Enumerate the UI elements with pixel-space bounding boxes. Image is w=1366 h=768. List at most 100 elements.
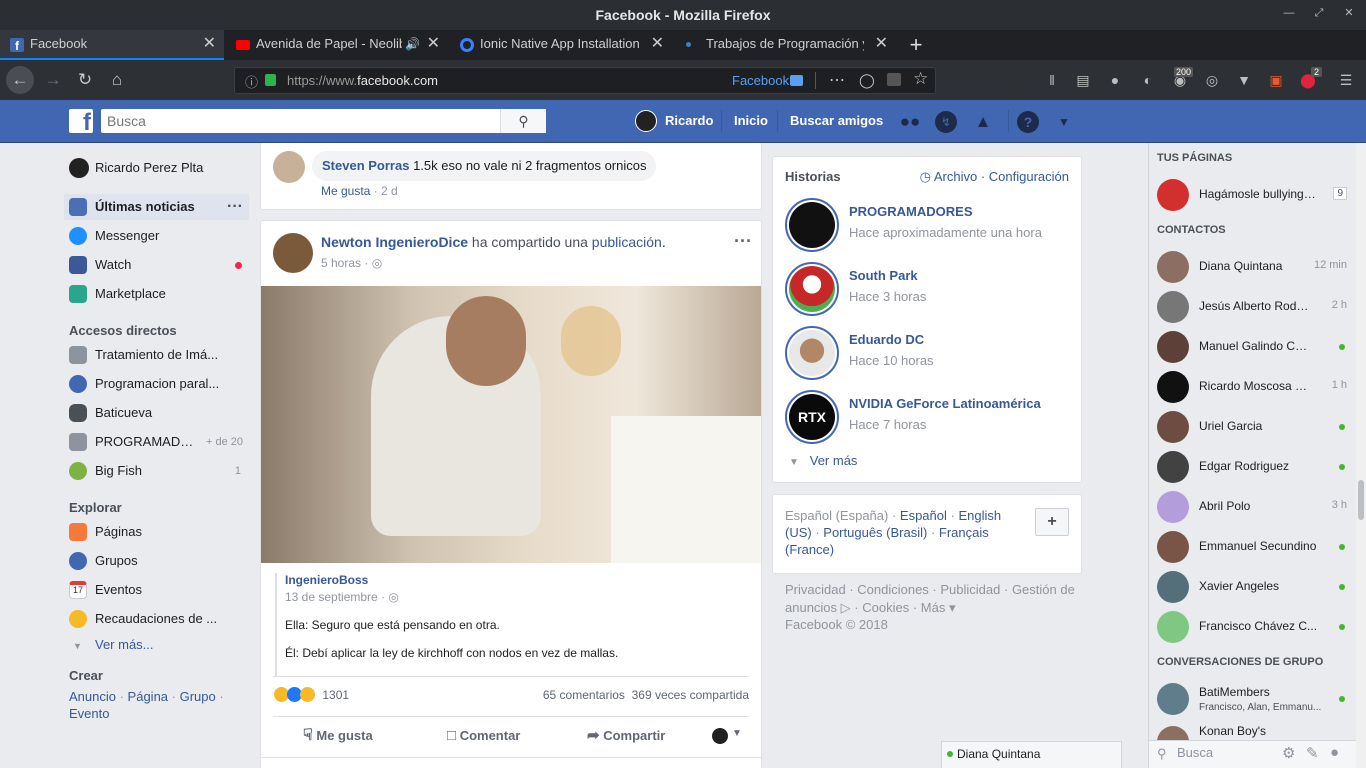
- contact-item[interactable]: Abril Polo 3 h: [1149, 487, 1347, 527]
- story-item[interactable]: PROGRAMADORES Hace aproximadamente una h…: [785, 196, 1075, 258]
- contact-item[interactable]: Xavier Angeles: [1149, 567, 1347, 607]
- color-picker-icon[interactable]: ●: [1105, 70, 1125, 90]
- create-page-link[interactable]: Página: [128, 689, 168, 704]
- tab-trabajos[interactable]: Trabajos de Programación y T ✕: [674, 30, 896, 60]
- globe-icon[interactable]: ◎: [1202, 70, 1222, 90]
- more-options-icon[interactable]: ···: [227, 194, 243, 220]
- url-text[interactable]: https://www.facebook.com: [287, 68, 438, 93]
- sidebar-item-messenger[interactable]: Messenger: [64, 223, 249, 249]
- see-more-link[interactable]: ▼ Ver más...: [64, 632, 249, 658]
- vpn-icon[interactable]: ▼: [1234, 70, 1254, 90]
- close-window-icon[interactable]: ✕: [1342, 6, 1356, 20]
- contact-item[interactable]: Uriel Garcia: [1149, 407, 1347, 447]
- settings-dropdown-icon[interactable]: ▼: [1053, 111, 1075, 133]
- friend-requests-icon[interactable]: ●●: [899, 111, 921, 133]
- story-item[interactable]: RTX NVIDIA GeForce Latinoamérica Hace 7 …: [785, 388, 1075, 450]
- tab-facebook[interactable]: f Facebook ✕: [0, 30, 224, 60]
- speaker-icon[interactable]: 🔊: [405, 30, 420, 58]
- find-friends-link[interactable]: Buscar amigos: [790, 112, 883, 130]
- group-conversation-item[interactable]: Konan Boy's: [1149, 722, 1347, 740]
- contact-item[interactable]: Edgar Rodriguez: [1149, 447, 1347, 487]
- sidebar-item-shortcut[interactable]: Baticueva: [64, 400, 249, 426]
- sidebar-item-shortcut[interactable]: Programacion paral...: [64, 371, 249, 397]
- comment-like-link[interactable]: Me gusta: [321, 184, 370, 198]
- story-item[interactable]: South Park Hace 3 horas: [785, 260, 1075, 322]
- avatar[interactable]: [273, 233, 313, 273]
- dark-reader-icon[interactable]: ◐: [1138, 70, 1158, 90]
- back-icon[interactable]: ←: [6, 66, 34, 94]
- compose-icon[interactable]: ✎: [1306, 744, 1319, 762]
- forward-icon[interactable]: →: [41, 68, 65, 92]
- stories-settings-link[interactable]: Configuración: [989, 169, 1069, 184]
- minimize-icon[interactable]: —: [1282, 6, 1296, 20]
- close-tab-icon[interactable]: ✕: [651, 30, 664, 58]
- close-tab-icon[interactable]: ✕: [203, 30, 216, 58]
- reactions-summary[interactable]: 1301: [274, 687, 349, 703]
- avatar[interactable]: [635, 110, 657, 132]
- sidebar-item-watch[interactable]: Watch: [64, 252, 249, 278]
- contact-item[interactable]: Emmanuel Secundino: [1149, 527, 1347, 567]
- comment-time[interactable]: 2 d: [381, 184, 398, 198]
- avatar[interactable]: [273, 151, 305, 183]
- chat-search-input[interactable]: Busca: [1177, 745, 1213, 760]
- sidebar-item-fundraisers[interactable]: Recaudaciones de ...: [64, 606, 249, 632]
- sidebar-item-groups[interactable]: Grupos: [64, 548, 249, 574]
- like-button[interactable]: ☟ Me gusta: [303, 726, 373, 746]
- restore-icon[interactable]: ⤢: [1312, 6, 1326, 20]
- share-button[interactable]: ➦ Compartir: [587, 726, 665, 746]
- post-shared-link[interactable]: publicación: [592, 234, 662, 250]
- contact-item[interactable]: Diana Quintana 12 min: [1149, 247, 1347, 287]
- sidebar-item-events[interactable]: 17 Eventos: [64, 577, 249, 603]
- shared-author[interactable]: IngenieroBoss: [285, 573, 368, 587]
- post-options-icon[interactable]: ···: [734, 231, 752, 252]
- container-tab-icon[interactable]: [887, 73, 901, 86]
- sidebar-icon[interactable]: ▤: [1073, 70, 1093, 90]
- info-icon[interactable]: ⓘ: [245, 72, 258, 91]
- pocket-icon[interactable]: ◯: [859, 72, 875, 89]
- tab-ionic[interactable]: Ionic Native App Installation w ✕: [450, 30, 672, 60]
- scrollbar-thumb[interactable]: [1358, 480, 1364, 520]
- add-language-button[interactable]: +: [1035, 508, 1069, 536]
- chevron-down-icon[interactable]: ▼: [732, 728, 742, 739]
- sidebar-item-shortcut[interactable]: Tratamiento de Imá...: [64, 342, 249, 368]
- home-icon[interactable]: ⌂: [105, 68, 129, 92]
- facebook-logo[interactable]: f: [69, 109, 93, 133]
- post-image[interactable]: [261, 286, 761, 563]
- reload-icon[interactable]: ↻: [73, 68, 97, 92]
- close-tab-icon[interactable]: ✕: [427, 30, 440, 58]
- tab-youtube[interactable]: Avenida de Papel - Neoliberal 🔊 ✕: [226, 30, 448, 60]
- contact-item[interactable]: Ricardo Moscosa Vi... 1 h: [1149, 367, 1347, 407]
- shared-date[interactable]: 13 de septiembre: [285, 590, 378, 604]
- share-count[interactable]: 369 veces compartida: [632, 688, 749, 702]
- bookmark-star-icon[interactable]: ☆: [913, 69, 928, 89]
- chat-tab[interactable]: Diana Quintana: [941, 741, 1122, 768]
- gear-icon[interactable]: ⚙: [1282, 744, 1295, 762]
- create-event-link[interactable]: Evento: [69, 706, 109, 721]
- page-actions-icon[interactable]: ⋯: [829, 68, 845, 93]
- footer-link[interactable]: Cookies: [862, 600, 909, 615]
- container-label[interactable]: Facebook: [732, 68, 789, 93]
- notifications-bell-icon[interactable]: ▲: [972, 111, 994, 133]
- help-icon[interactable]: ?: [1017, 111, 1039, 133]
- search-input[interactable]: [101, 109, 501, 133]
- post-author[interactable]: Newton IngenieroDice: [321, 234, 468, 250]
- sidebar-item-shortcut[interactable]: PROGRAMADO... + de 20: [64, 429, 249, 455]
- profile-link[interactable]: Ricardo: [665, 112, 713, 130]
- sidebar-item-pages[interactable]: Páginas: [64, 519, 249, 545]
- menu-icon[interactable]: ☰: [1336, 70, 1356, 90]
- messenger-icon[interactable]: ↯: [935, 111, 957, 133]
- archive-link[interactable]: Archivo: [934, 169, 977, 184]
- contact-item[interactable]: Jesús Alberto Rodrí... 2 h: [1149, 287, 1347, 327]
- sidebar-item-shortcut[interactable]: Big Fish 1: [64, 458, 249, 484]
- footer-link[interactable]: Condiciones: [857, 582, 929, 597]
- footer-link[interactable]: Más: [921, 600, 946, 615]
- your-page-item[interactable]: Hagámosle bullying a... 9: [1149, 175, 1347, 215]
- create-ad-link[interactable]: Anuncio: [69, 689, 116, 704]
- group-conversation-item[interactable]: BatiMembers Francisco, Alan, Emmanu...: [1149, 679, 1347, 723]
- contact-item[interactable]: Manuel Galindo Casi...: [1149, 327, 1347, 367]
- create-group-link[interactable]: Grupo: [180, 689, 216, 704]
- stories-see-more[interactable]: ▼ Ver más: [789, 453, 857, 468]
- comment-author[interactable]: Steven Porras: [322, 158, 409, 173]
- language-link[interactable]: Português (Brasil): [823, 525, 927, 540]
- new-group-icon[interactable]: ●: [1330, 744, 1339, 761]
